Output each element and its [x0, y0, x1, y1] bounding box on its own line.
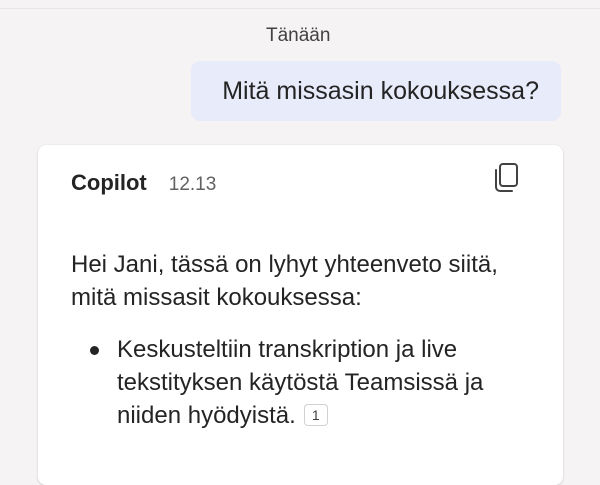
message-intro: Hei Jani, tässä on lyhyt yhteenveto siit…	[71, 251, 498, 311]
bullet-icon	[90, 346, 99, 355]
summary-list: Keskusteltiin transkription ja live teks…	[71, 333, 531, 432]
top-divider	[0, 8, 600, 9]
list-item: Keskusteltiin transkription ja live teks…	[71, 333, 531, 432]
copy-icon	[495, 163, 518, 192]
copilot-message-card: Copilot 12.13 Hei Jani, tässä on lyhyt y…	[38, 145, 563, 485]
date-divider-label: Tänään	[266, 25, 331, 46]
citation-badge[interactable]: 1	[303, 404, 328, 426]
sender-name: Copilot	[71, 170, 147, 195]
copy-button[interactable]	[491, 161, 523, 195]
message-body: Hei Jani, tässä on lyhyt yhteenveto siit…	[71, 248, 531, 432]
message-header: Copilot 12.13	[71, 170, 216, 196]
message-timestamp: 12.13	[168, 174, 217, 195]
list-item-text: Keskusteltiin transkription ja live teks…	[117, 336, 484, 429]
user-message-bubble: Mitä missasin kokouksessa?	[191, 61, 561, 121]
user-message-text: Mitä missasin kokouksessa?	[222, 76, 539, 105]
